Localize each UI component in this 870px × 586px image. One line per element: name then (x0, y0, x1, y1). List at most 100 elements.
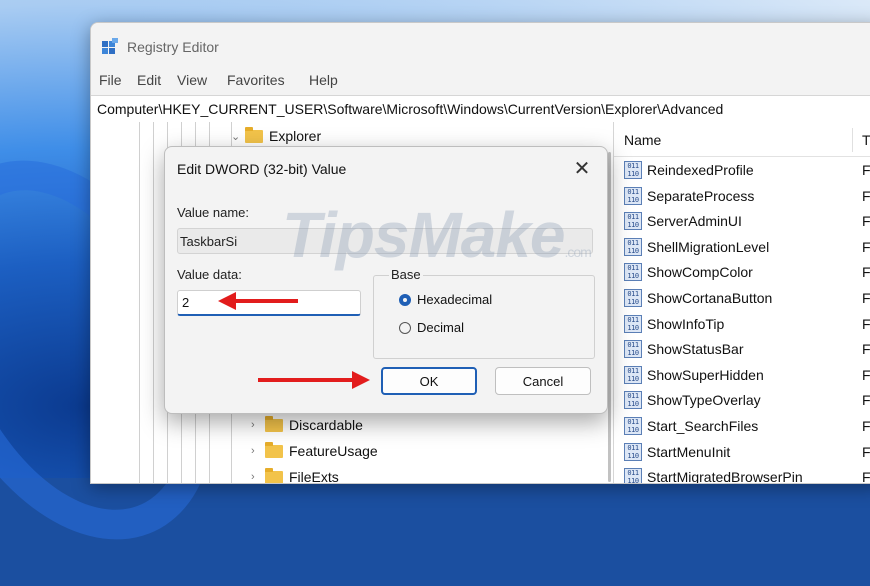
reg-dword-icon: 011 110 (624, 161, 642, 179)
list-row[interactable]: 011 110 ReindexedProfile (624, 158, 754, 182)
list-header: Name T (614, 122, 870, 157)
ok-button[interactable]: OK (381, 367, 477, 395)
list-row[interactable]: 011 110 ShowStatusBar (624, 337, 744, 361)
list-row-type: F (862, 187, 870, 204)
list-row-name: ReindexedProfile (647, 162, 754, 178)
tree-item-label: FeatureUsage (289, 443, 378, 459)
registry-editor-icon (102, 38, 118, 54)
tree-item-discardable[interactable]: › Discardable (251, 414, 363, 436)
folder-icon (265, 441, 283, 458)
cancel-button[interactable]: Cancel (495, 367, 591, 395)
list-row-type: F (862, 392, 870, 409)
menu-favorites[interactable]: Favorites (227, 72, 285, 88)
list-row-name: ShowStatusBar (647, 341, 744, 358)
reg-dword-icon: 011 110 (624, 340, 642, 359)
list-row-type: F (862, 264, 870, 281)
chevron-right-icon[interactable]: › (251, 471, 265, 483)
list-row-type: F (862, 443, 870, 460)
menu-view[interactable]: View (177, 72, 207, 88)
list-row[interactable]: 011 110 ShowCompColor (624, 260, 753, 284)
tree-item-explorer[interactable]: ⌄ Explorer (231, 125, 321, 147)
tree-guide-line (153, 122, 154, 483)
list-row-name: SeparateProcess (647, 187, 755, 204)
reg-dword-icon: 011 110 (624, 417, 642, 435)
list-row[interactable]: 011 110 ServerAdminUI (624, 209, 742, 233)
menu-bar: File Edit View Favorites Help (91, 69, 870, 95)
folder-icon (265, 415, 283, 432)
radio-label: Decimal (417, 320, 464, 335)
tree-item-fileexts[interactable]: › FileExts (251, 466, 339, 484)
radio-unselected-icon (399, 321, 411, 334)
list-row[interactable]: 011 110 SeparateProcess (624, 184, 754, 208)
list-row-type: F (862, 469, 870, 484)
list-row-name: ShowCortanaButton (647, 290, 773, 306)
list-row-type: F (862, 366, 870, 383)
title-bar[interactable]: Registry Editor (91, 23, 870, 69)
list-row-name: StartMigratedBrowserPin (647, 469, 803, 484)
tree-guide-line (139, 122, 140, 483)
folder-icon (245, 126, 263, 143)
tree-scrollbar[interactable] (608, 152, 611, 482)
address-bar[interactable]: Computer\HKEY_CURRENT_USER\Software\Micr… (91, 95, 870, 123)
watermark-suffix: .com (564, 244, 592, 260)
list-row-type: F (862, 290, 870, 306)
values-list-pane[interactable]: Name T 011 110 ReindexedProfile F 011 110 Se… (614, 122, 870, 483)
column-type-header[interactable]: T (862, 132, 870, 148)
list-row[interactable]: 011 110 ShellMigrationLevel (624, 235, 769, 259)
reg-dword-icon: 011 110 (624, 365, 642, 384)
list-row-name: ShowTypeOverlay (647, 392, 761, 409)
base-group-label: Base (389, 267, 423, 282)
window-title: Registry Editor (127, 39, 219, 55)
list-row[interactable]: 011 110 Start_SearchFiles (624, 414, 758, 438)
list-row-name: ShellMigrationLevel (647, 238, 770, 255)
menu-help[interactable]: Help (309, 72, 338, 88)
folder-icon (265, 467, 283, 483)
list-row-type: F (862, 238, 870, 255)
list-row-name: Start_SearchFiles (647, 418, 759, 434)
list-row[interactable]: 011 110 StartMigratedBrowserPin (624, 465, 803, 484)
reg-dword-icon: 011 110 (624, 186, 642, 205)
list-row[interactable]: 011 110 ShowInfoTip (624, 312, 724, 336)
list-row[interactable]: 011 110 ShowTypeOverlay (624, 388, 761, 412)
reg-dword-icon: 011 110 (624, 237, 642, 256)
red-arrow-icon (258, 371, 370, 389)
column-separator[interactable] (852, 128, 853, 152)
reg-dword-icon: 011 110 (624, 391, 642, 410)
reg-dword-icon: 011 110 (624, 212, 642, 231)
list-row[interactable]: 011 110 ShowSuperHidden (624, 363, 764, 387)
reg-dword-icon: 011 110 (624, 289, 642, 307)
radio-selected-icon (399, 293, 411, 306)
menu-file[interactable]: File (99, 72, 122, 88)
value-name-label: Value name: (177, 205, 250, 220)
list-row-type: F (862, 315, 870, 332)
tree-item-label: FileExts (289, 469, 339, 484)
reg-dword-icon: 011 110 (624, 314, 642, 333)
list-row-name: StartMenuInit (647, 443, 731, 460)
watermark-text: TipsMake (282, 199, 565, 271)
tree-item-label: Discardable (289, 417, 363, 433)
reg-dword-icon: 011 110 (624, 442, 642, 461)
list-row-name: ShowInfoTip (647, 315, 725, 332)
list-row-type: F (862, 162, 870, 178)
list-row[interactable]: 011 110 ShowCortanaButton (624, 286, 772, 310)
radio-hexadecimal[interactable]: Hexadecimal (399, 292, 492, 307)
list-row[interactable]: 011 110 StartMenuInit (624, 440, 730, 464)
value-data-input[interactable]: 2 (177, 290, 361, 316)
reg-dword-icon: 011 110 (624, 263, 642, 282)
watermark: TipsMake.com (282, 198, 592, 272)
chevron-down-icon[interactable]: ⌄ (231, 130, 245, 143)
menu-edit[interactable]: Edit (137, 72, 161, 88)
radio-decimal[interactable]: Decimal (399, 320, 464, 335)
edit-dword-dialog: Edit DWORD (32-bit) Value ✕ Value name: … (164, 146, 608, 414)
list-row-name: ShowCompColor (647, 264, 753, 281)
list-row-type: F (862, 418, 870, 434)
reg-dword-icon: 011 110 (624, 468, 642, 483)
chevron-right-icon[interactable]: › (251, 419, 265, 431)
dialog-title: Edit DWORD (32-bit) Value (177, 161, 347, 177)
tree-item-label: Explorer (269, 128, 322, 144)
close-icon[interactable]: ✕ (567, 153, 597, 183)
column-name-header[interactable]: Name (624, 132, 661, 148)
value-data-label: Value data: (177, 267, 242, 282)
tree-item-featureusage[interactable]: › FeatureUsage (251, 440, 378, 462)
chevron-right-icon[interactable]: › (251, 445, 265, 457)
